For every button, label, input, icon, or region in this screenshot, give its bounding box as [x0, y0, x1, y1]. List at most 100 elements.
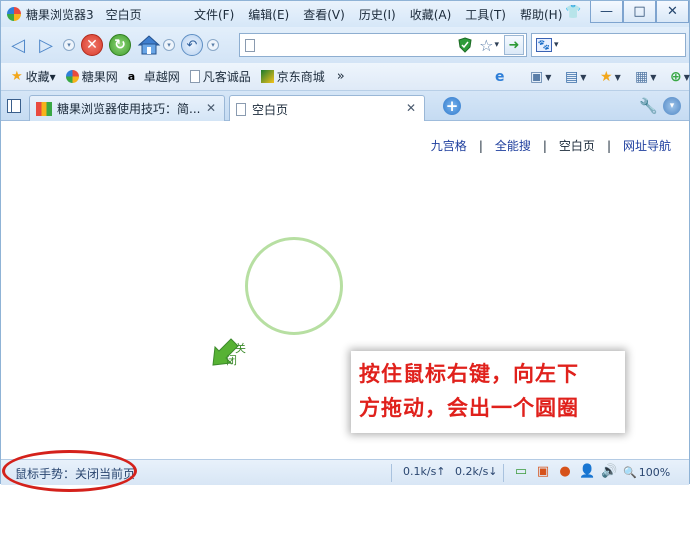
bookmark-jd[interactable]: 京东商城	[260, 68, 325, 85]
separator: |	[478, 138, 483, 153]
tab-blank[interactable]: 空白页 ✕	[229, 95, 425, 122]
undo-close-icon[interactable]: ↶	[181, 34, 203, 56]
minimize-button[interactable]: —	[590, 1, 623, 23]
menu-tools[interactable]: 工具(T)	[465, 6, 506, 23]
speaker-icon[interactable]: 🔊	[601, 464, 617, 480]
screen-icon[interactable]: ▭	[513, 464, 529, 480]
app-title: 糖果浏览器3	[26, 7, 94, 22]
gesture-label-close-b: 闭	[226, 354, 237, 367]
bookmark-tangguo[interactable]: 糖果网	[65, 68, 118, 85]
skin-shirt-icon[interactable]: 👕	[565, 6, 581, 20]
menu-bar: 文件(F) 编辑(E) 查看(V) 历史(I) 收藏(A) 工具(T) 帮助(H…	[194, 1, 562, 27]
window-page-title: 空白页	[105, 7, 142, 22]
home-icon[interactable]	[137, 34, 161, 56]
zoom-level: 100%	[638, 465, 671, 479]
go-button[interactable]: ➜	[504, 35, 524, 55]
quick-links: 九宫格 | 全能搜 | 空白页 | 网址导航	[431, 137, 671, 154]
sidebar-toggle-icon[interactable]	[7, 99, 21, 113]
bookmark-label: 卓越网	[143, 70, 180, 84]
candy-logo-icon	[7, 7, 21, 21]
ie-mode-button[interactable]: e	[495, 67, 525, 87]
status-icons: ▭ ▣ ● 👤 🔊 🔍 100%	[513, 464, 670, 480]
address-bar: ☆ ▾ ➜	[239, 33, 527, 57]
gesture-hint: 关 闭	[201, 335, 255, 375]
window-icon: ▤	[565, 69, 579, 85]
menu-edit[interactable]: 编辑(E)	[248, 6, 289, 23]
favorites-tool-button[interactable]: ★ ▼	[600, 67, 630, 87]
user-icon[interactable]: 👤	[579, 464, 595, 480]
menu-view[interactable]: 查看(V)	[303, 6, 345, 23]
link-nine-grid[interactable]: 九宫格	[431, 137, 467, 154]
window-controls: — □ ✕	[590, 1, 689, 23]
link-blank-page[interactable]: 空白页	[559, 137, 595, 154]
menu-help[interactable]: 帮助(H)	[520, 6, 562, 23]
refresh-icon[interactable]: ↻	[109, 34, 131, 56]
wrench-icon[interactable]: 🔧	[639, 97, 658, 115]
menu-file[interactable]: 文件(F)	[194, 6, 234, 23]
add-tool-button[interactable]: ⊕ ▼	[670, 67, 690, 87]
search-engine-paw-icon[interactable]: 🐾	[536, 38, 552, 52]
history-dropdown-icon[interactable]: ▾	[63, 39, 75, 51]
window-tool-button[interactable]: ▤ ▼	[565, 67, 595, 87]
zoom-control[interactable]: 🔍 100%	[623, 466, 670, 479]
dropdown-icon: ▼	[683, 72, 690, 82]
download-speed: 0.1k/s↑	[403, 465, 446, 478]
bookmarks-more-icon[interactable]: »	[337, 69, 345, 84]
tab-list-icon[interactable]: ▾	[663, 97, 681, 115]
page-tool-button[interactable]: ▦ ▼	[635, 67, 665, 87]
maximize-button[interactable]: □	[623, 1, 656, 23]
new-tab-button[interactable]: +	[443, 97, 461, 115]
favorites-menu[interactable]: ★ 收藏▾	[11, 68, 56, 85]
tab-bar: 糖果浏览器使用技巧：简... ✕ 空白页 ✕ + 🔧 ▾	[1, 91, 689, 122]
security-ball-icon[interactable]: ●	[557, 464, 573, 480]
browser-window: 糖果浏览器3 空白页 文件(F) 编辑(E) 查看(V) 历史(I) 收藏(A)…	[0, 0, 690, 485]
page-tool-icon: ▦	[635, 69, 649, 85]
bookmark-label: 京东商城	[276, 70, 325, 84]
status-divider	[391, 464, 392, 482]
amazon-icon: a	[127, 70, 136, 83]
ie-icon: e	[495, 69, 505, 85]
tab-page-icon	[236, 102, 246, 116]
undo-dropdown-icon[interactable]: ▾	[207, 39, 219, 51]
candy-icon	[65, 70, 79, 83]
link-url-nav[interactable]: 网址导航	[623, 137, 671, 154]
separator: |	[606, 138, 611, 153]
add-green-icon: ⊕	[670, 69, 682, 85]
status-highlight-ellipse	[2, 450, 137, 492]
forward-icon[interactable]: ▷	[35, 34, 57, 56]
back-icon[interactable]: ◁	[7, 34, 29, 56]
link-all-search[interactable]: 全能搜	[495, 137, 531, 154]
close-button[interactable]: ✕	[656, 1, 689, 23]
page-icon	[245, 38, 255, 52]
tab-close-icon[interactable]: ✕	[406, 101, 416, 115]
address-input[interactable]	[255, 35, 458, 55]
toolbar-tools: e ▣ ▼ ▤ ▼ ★ ▼ ▦ ▼ ⊕ ▼	[495, 67, 690, 87]
stop-icon[interactable]: ✕	[81, 34, 103, 56]
dropdown-icon: ▼	[614, 72, 621, 82]
favorites-label: 收藏▾	[25, 70, 56, 84]
bookmark-joyo[interactable]: a 卓越网	[128, 68, 180, 85]
security-shield-icon[interactable]	[457, 37, 473, 53]
home-dropdown-icon[interactable]: ▾	[163, 39, 175, 51]
dropdown-icon: ▼	[545, 72, 552, 82]
bookmark-vancl[interactable]: 凡客诚品	[189, 68, 251, 85]
download-manager-icon[interactable]: ▣	[535, 464, 551, 480]
address-dropdown-icon[interactable]: ▾	[494, 40, 499, 50]
bookmark-star-icon[interactable]: ☆	[479, 36, 493, 55]
instruction-line-2: 方拖动，会出一个圆圈	[359, 396, 579, 420]
separator: |	[542, 138, 547, 153]
title-bar: 糖果浏览器3 空白页 文件(F) 编辑(E) 查看(V) 历史(I) 收藏(A)…	[1, 1, 689, 27]
screenshot-button[interactable]: ▣ ▼	[530, 67, 560, 87]
page-content: 九宫格 | 全能搜 | 空白页 | 网址导航 关 闭 按住鼠标右键，向左下 方拖…	[1, 121, 689, 459]
navigation-bar: ◁ ▷ ▾ ✕ ↻ ▾ ↶ ▾ ☆ ▾ ➜ 🐾 ▾	[1, 27, 689, 63]
tab-label: 糖果浏览器使用技巧：简...	[57, 102, 201, 116]
tab-tips[interactable]: 糖果浏览器使用技巧：简... ✕	[29, 95, 225, 121]
instruction-callout: 按住鼠标右键，向左下 方拖动，会出一个圆圈	[351, 351, 625, 433]
tab-close-icon[interactable]: ✕	[206, 101, 216, 115]
bookmarks-bar: ★ 收藏▾ 糖果网 a 卓越网 凡客诚品 京东商城 » e ▣ ▼ ▤ ▼ ★ ▼ ▦…	[1, 63, 690, 91]
jd-icon	[260, 70, 274, 83]
search-box[interactable]: 🐾 ▾	[531, 33, 686, 57]
menu-favorites[interactable]: 收藏(A)	[410, 6, 452, 23]
menu-history[interactable]: 历史(I)	[359, 6, 396, 23]
search-engine-dropdown-icon[interactable]: ▾	[554, 40, 559, 50]
